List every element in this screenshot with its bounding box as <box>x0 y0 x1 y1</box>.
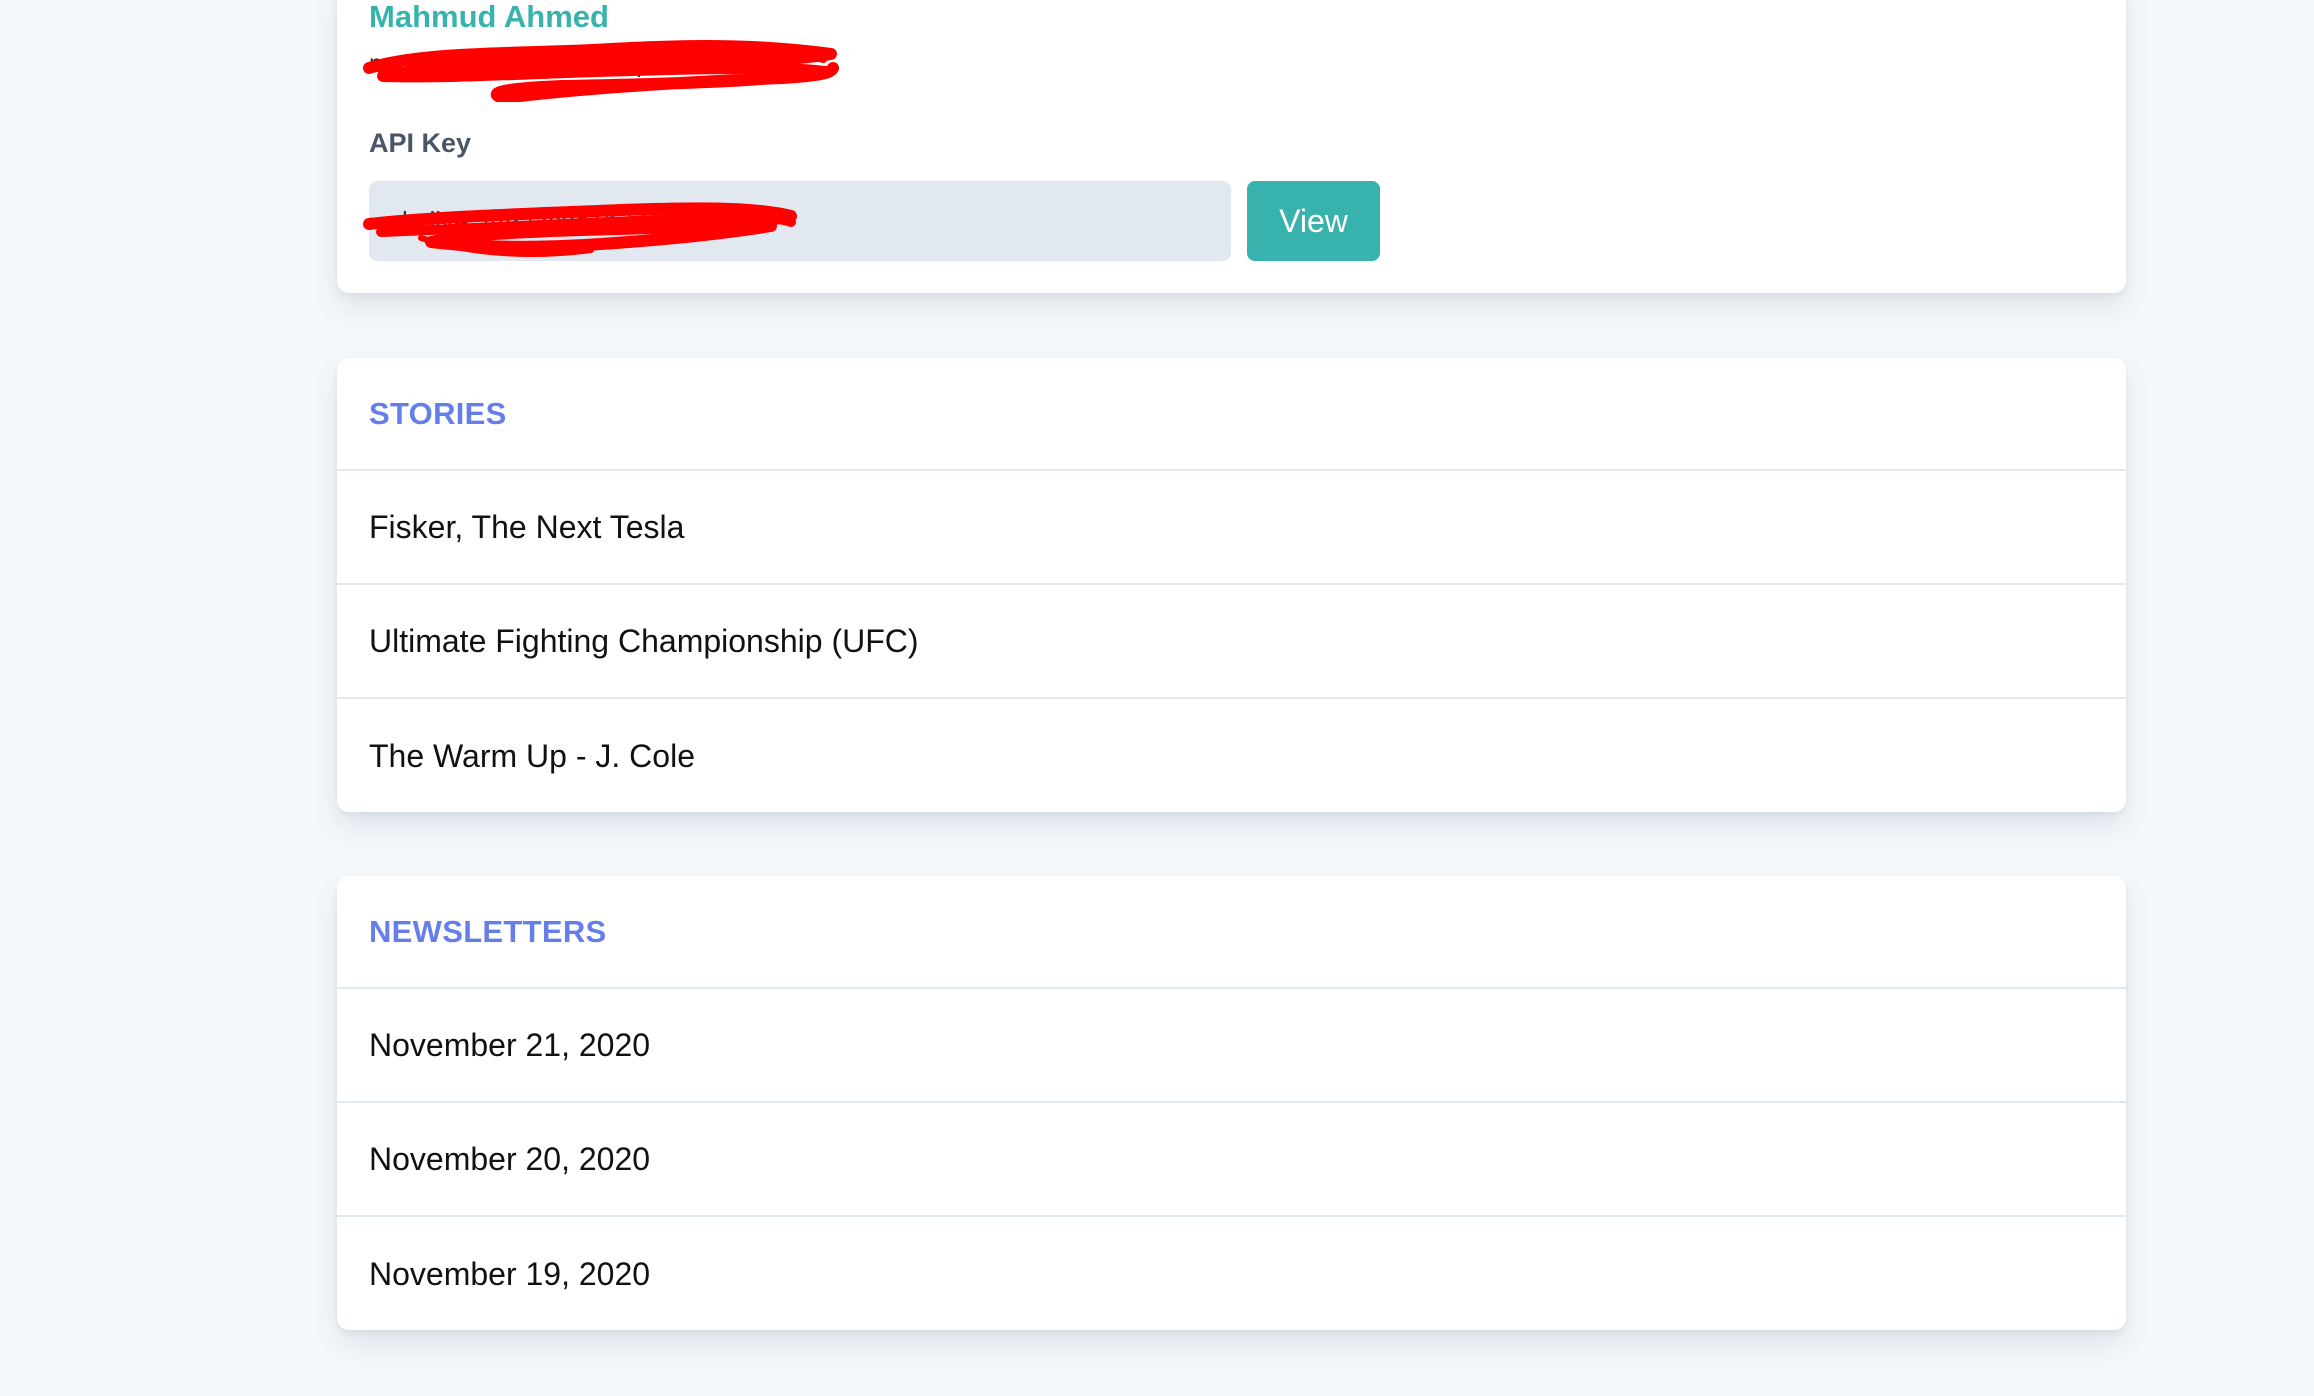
newsletter-item[interactable]: November 19, 2020 <box>337 1217 2126 1330</box>
newsletters-card: NEWSLETTERS November 21, 2020 November 2… <box>337 876 2126 1330</box>
api-key-label: API Key <box>369 128 472 158</box>
newsletter-item[interactable]: November 21, 2020 <box>337 989 2126 1103</box>
profile-card: Mahmud Ahmed mahmud.ahmed@example.com AP… <box>337 0 2126 293</box>
view-api-key-button[interactable]: View <box>1247 181 1380 261</box>
profile-email-text: mahmud.ahmed@example.com <box>369 50 724 78</box>
story-item[interactable]: Ultimate Fighting Championship (UFC) <box>337 585 2126 699</box>
profile-name: Mahmud Ahmed <box>369 0 609 34</box>
api-key-field[interactable] <box>369 181 1231 261</box>
stories-title: STORIES <box>369 395 507 431</box>
newsletters-header: NEWSLETTERS <box>337 876 2126 989</box>
profile-email: mahmud.ahmed@example.com <box>363 40 839 102</box>
stories-card: STORIES Fisker, The Next Tesla Ultimate … <box>337 358 2126 812</box>
story-item[interactable]: The Warm Up - J. Cole <box>337 699 2126 812</box>
newsletters-title: NEWSLETTERS <box>369 913 607 949</box>
newsletter-item[interactable]: November 20, 2020 <box>337 1103 2126 1217</box>
stories-header: STORIES <box>337 358 2126 471</box>
story-item[interactable]: Fisker, The Next Tesla <box>337 471 2126 585</box>
